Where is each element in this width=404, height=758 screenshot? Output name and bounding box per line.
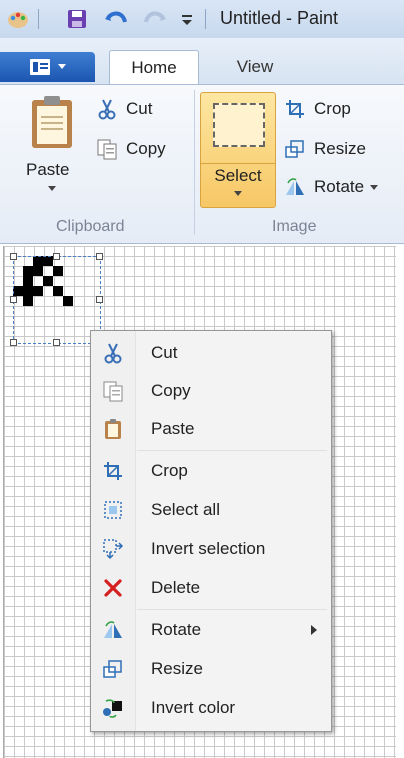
menu-item-label: Invert color: [151, 698, 236, 717]
customize-toolbar-icon[interactable]: [178, 8, 196, 30]
menu-item-label: Paste: [151, 419, 195, 438]
menu-item-label: Delete: [151, 578, 201, 597]
paste-button[interactable]: Paste: [24, 94, 80, 198]
paint-app-icon[interactable]: [4, 8, 32, 30]
tab-view[interactable]: View: [210, 50, 300, 84]
undo-icon[interactable]: [101, 8, 131, 30]
selection-handle[interactable]: [10, 253, 17, 260]
resize-icon: [284, 138, 306, 160]
select-label: Select: [201, 163, 275, 186]
menu-item-resize[interactable]: Resize: [91, 651, 331, 687]
resize-label: Resize: [314, 139, 366, 158]
select-all-icon: [101, 498, 125, 522]
copy-label: Copy: [126, 139, 166, 158]
menu-item-delete[interactable]: Delete: [91, 570, 331, 606]
title-bar: Untitled - Paint: [0, 0, 404, 39]
copy-icon: [101, 379, 125, 403]
paste-label: Paste: [26, 160, 70, 179]
crop-icon: [101, 459, 125, 483]
rotate-icon: [284, 176, 306, 198]
rotate-icon: [101, 618, 125, 642]
menu-item-label: Rotate: [151, 620, 202, 639]
menu-item-label: Select all: [151, 500, 220, 519]
select-dropdown-arrow-icon: [234, 191, 242, 196]
select-rectangle-icon: [213, 103, 265, 147]
clipboard-group-label: Clipboard: [56, 218, 125, 235]
scissors-icon: [96, 98, 118, 120]
cut-button[interactable]: Cut: [96, 98, 152, 120]
menu-item-label: Invert selection: [151, 539, 266, 558]
image-group-label: Image: [272, 218, 317, 235]
menu-item-paste[interactable]: Paste: [91, 411, 331, 447]
crop-icon: [284, 98, 306, 120]
menu-item-invert-color[interactable]: Invert color: [91, 690, 331, 726]
resize-button[interactable]: Resize: [284, 138, 366, 160]
toolbar-separator: [38, 9, 39, 29]
menu-item-label: Crop: [151, 461, 188, 480]
paste-icon: [32, 96, 72, 148]
copy-button[interactable]: Copy: [96, 138, 166, 160]
redo-icon[interactable]: [140, 8, 170, 30]
selection-handle[interactable]: [53, 253, 60, 260]
selection-rectangle[interactable]: [13, 256, 101, 344]
submenu-arrow-icon: [311, 625, 317, 635]
delete-icon: [101, 576, 125, 600]
menu-item-label: Cut: [151, 343, 178, 362]
invert-selection-icon: [101, 537, 125, 561]
menu-item-select-all[interactable]: Select all: [91, 492, 331, 528]
menu-icon: [30, 59, 66, 75]
copy-icon: [96, 138, 118, 160]
rotate-button[interactable]: Rotate: [284, 176, 379, 198]
group-separator: [194, 90, 195, 235]
menu-item-label: Copy: [151, 381, 191, 400]
rotate-dropdown-arrow-icon: [370, 184, 379, 190]
paste-dropdown-arrow-icon: [48, 186, 56, 191]
menu-item-copy[interactable]: Copy: [91, 373, 331, 409]
selection-handle[interactable]: [10, 339, 17, 346]
menu-item-invert-selection[interactable]: Invert selection: [91, 531, 331, 567]
menu-item-label: Resize: [151, 659, 203, 678]
tab-home[interactable]: Home: [109, 50, 199, 85]
menu-item-crop[interactable]: Crop: [91, 453, 331, 489]
cut-label: Cut: [126, 99, 153, 118]
paste-icon: [101, 417, 125, 441]
cut-icon: [101, 341, 125, 365]
toolbar-separator: [205, 9, 206, 29]
context-menu: Cut Copy Paste Crop Select all Invert se…: [90, 330, 332, 732]
selection-handle[interactable]: [96, 253, 103, 260]
menu-separator: [137, 450, 327, 451]
selection-handle[interactable]: [53, 339, 60, 346]
crop-button[interactable]: Crop: [284, 98, 351, 120]
crop-label: Crop: [314, 99, 351, 118]
select-button[interactable]: Select: [200, 92, 276, 208]
selection-handle[interactable]: [96, 296, 103, 303]
rotate-label: Rotate: [314, 177, 365, 196]
resize-icon: [101, 657, 125, 681]
invert-color-icon: [101, 696, 125, 720]
save-icon[interactable]: [64, 8, 90, 30]
selection-handle[interactable]: [10, 296, 17, 303]
paint-menu-button[interactable]: [0, 52, 95, 82]
menu-separator: [137, 609, 327, 610]
window-title: Untitled - Paint: [220, 8, 339, 28]
menu-item-cut[interactable]: Cut: [91, 335, 331, 371]
menu-item-rotate[interactable]: Rotate: [91, 612, 331, 648]
